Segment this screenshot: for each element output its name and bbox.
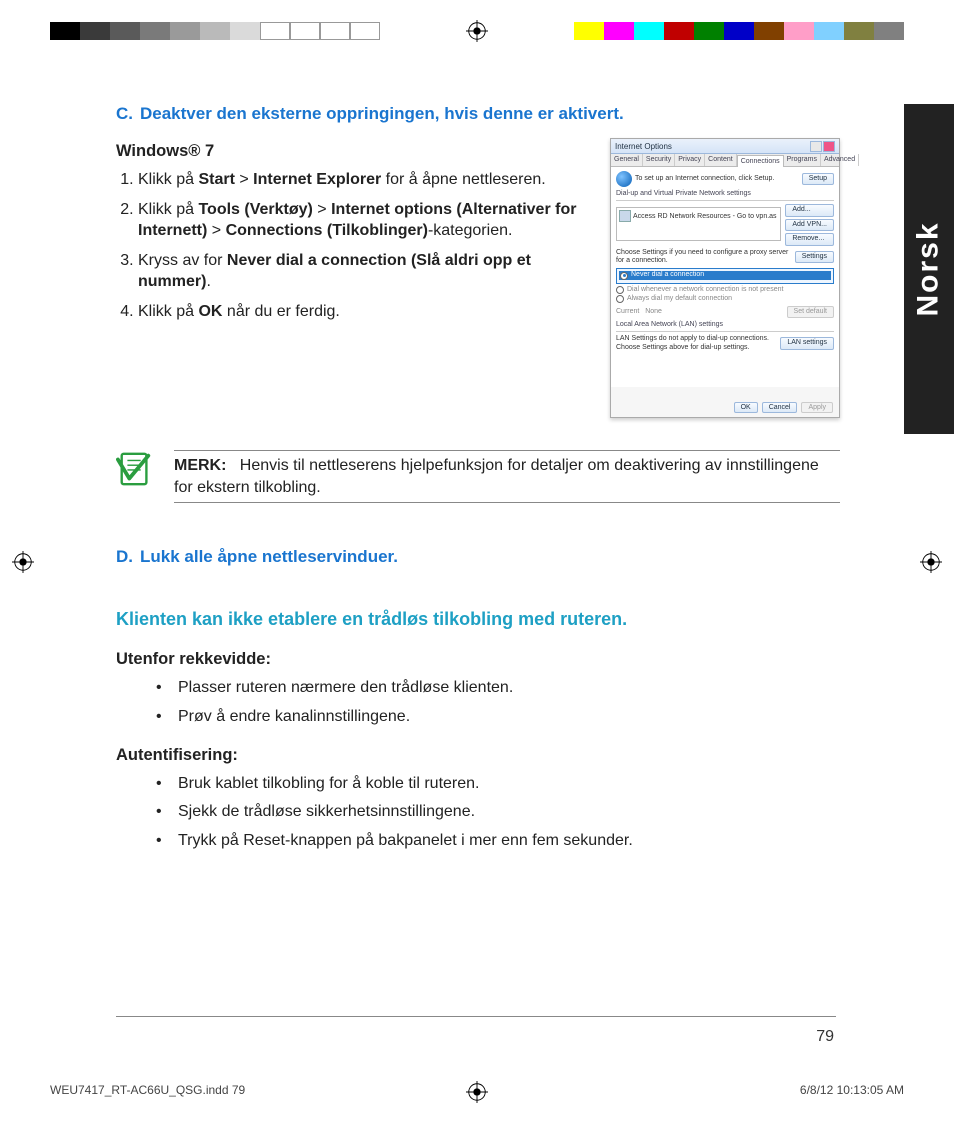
printer-colorbar-left xyxy=(50,22,380,40)
list-item: Prøv å endre kanalinnstillingene. xyxy=(156,706,840,728)
page-content: C.Deaktver den eksterne oppringingen, hv… xyxy=(116,104,840,864)
set-default-button: Set default xyxy=(787,306,834,318)
lan-group-label: Local Area Network (LAN) settings xyxy=(616,321,834,329)
lan-settings-button[interactable]: LAN settings xyxy=(780,337,834,349)
os-label: Windows® 7 xyxy=(116,142,594,161)
dialog-title: Internet Options xyxy=(615,142,672,151)
registration-mark-icon xyxy=(466,20,488,42)
page-number: 79 xyxy=(816,1028,834,1046)
tab-privacy[interactable]: Privacy xyxy=(675,154,705,166)
remove-button[interactable]: Remove... xyxy=(785,233,834,245)
section-c-heading: C.Deaktver den eksterne oppringingen, hv… xyxy=(116,104,840,124)
auth-bullets: Bruk kablet tilkobling for å koble til r… xyxy=(156,773,840,852)
step-item: Klikk på Start > Internet Explorer for å… xyxy=(138,169,594,191)
steps-list: Klikk på Start > Internet Explorer for å… xyxy=(116,169,594,323)
help-icon[interactable] xyxy=(810,141,822,152)
dialup-group-label: Dial-up and Virtual Private Network sett… xyxy=(616,190,834,198)
tab-advanced[interactable]: Advanced xyxy=(821,154,859,166)
print-slug: WEU7417_RT-AC66U_QSG.indd 79 6/8/12 10:1… xyxy=(50,1083,904,1097)
list-item: Sjekk de trådløse sikkerhetsinnstillinge… xyxy=(156,801,840,823)
connection-listbox[interactable]: Access RD Network Resources - Go to vpn.… xyxy=(616,207,781,241)
note-text: Henvis til nettleserens hjelpefunksjon f… xyxy=(174,457,819,496)
dial-radio-group: Never dial a connection xyxy=(616,268,834,283)
slug-filename: WEU7417_RT-AC66U_QSG.indd 79 xyxy=(50,1083,245,1097)
footer-rule xyxy=(116,1016,836,1017)
step-item: Klikk på OK når du er ferdig. xyxy=(138,301,594,323)
radio-icon xyxy=(616,286,624,294)
radio-icon xyxy=(620,272,628,280)
printer-colorbar-right xyxy=(574,22,904,40)
range-heading: Utenfor rekkevidde: xyxy=(116,650,840,669)
add-vpn-button[interactable]: Add VPN... xyxy=(785,219,834,231)
step-item: Kryss av for Never dial a connection (Sl… xyxy=(138,250,594,293)
note-icon xyxy=(116,450,154,488)
list-item: Plasser ruteren nærmere den trådløse kli… xyxy=(156,677,840,699)
slug-timestamp: 6/8/12 10:13:05 AM xyxy=(800,1083,904,1097)
note-label: MERK: xyxy=(174,457,226,474)
section-d-heading: D.Lukk alle åpne nettleservinduer. xyxy=(116,547,840,567)
settings-button[interactable]: Settings xyxy=(795,251,834,263)
step-item: Klikk på Tools (Verktøy) > Internet opti… xyxy=(138,199,594,242)
registration-mark-icon xyxy=(920,551,942,573)
auth-heading: Autentifisering: xyxy=(116,746,840,765)
close-icon[interactable] xyxy=(823,141,835,152)
radio-never-dial[interactable]: Never dial a connection xyxy=(619,271,831,279)
list-item: Bruk kablet tilkobling for å koble til r… xyxy=(156,773,840,795)
tab-connections[interactable]: Connections xyxy=(737,155,784,167)
tab-security[interactable]: Security xyxy=(643,154,675,166)
ok-button[interactable]: OK xyxy=(734,402,758,413)
registration-mark-icon xyxy=(12,551,34,573)
language-side-tab: Norsk xyxy=(904,104,954,434)
language-label: Norsk xyxy=(912,221,946,316)
list-item: Trykk på Reset-knappen på bakpanelet i m… xyxy=(156,830,840,852)
internet-options-dialog: Internet Options General Security Privac… xyxy=(610,138,840,418)
setup-button[interactable]: Setup xyxy=(802,173,834,185)
range-bullets: Plasser ruteren nærmere den trådløse kli… xyxy=(156,677,840,728)
tab-programs[interactable]: Programs xyxy=(784,154,821,166)
note-box: MERK: Henvis til nettleserens hjelpefunk… xyxy=(116,450,840,503)
dialog-tabs: General Security Privacy Content Connect… xyxy=(611,154,839,167)
cancel-button[interactable]: Cancel xyxy=(762,402,798,413)
radio-always-dial[interactable]: Always dial my default connection xyxy=(616,295,834,303)
apply-button: Apply xyxy=(801,402,833,413)
tab-general[interactable]: General xyxy=(611,154,643,166)
radio-icon xyxy=(616,295,624,303)
network-icon xyxy=(619,210,631,222)
radio-dial-whenever[interactable]: Dial whenever a network connection is no… xyxy=(616,286,834,294)
troubleshoot-heading: Klienten kan ikke etablere en trådløs ti… xyxy=(116,609,840,630)
tab-content[interactable]: Content xyxy=(705,154,737,166)
globe-icon xyxy=(616,171,632,187)
add-button[interactable]: Add... xyxy=(785,204,834,216)
